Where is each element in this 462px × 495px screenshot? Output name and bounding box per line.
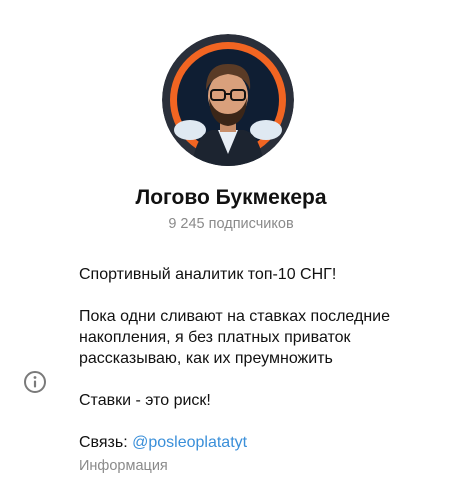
info-caption: Информация xyxy=(79,458,168,474)
description-paragraph-2: Пока одни сливают на ставках последние н… xyxy=(79,308,390,367)
avatar-image xyxy=(162,34,294,166)
subscriber-count: 9 245 подписчиков xyxy=(168,216,294,232)
channel-description: Спортивный аналитик топ-10 СНГ! Пока одн… xyxy=(79,264,449,476)
description-warning: Ставки - это риск! xyxy=(79,392,211,409)
info-icon xyxy=(23,370,47,394)
contact-link[interactable]: @posleoplatatyt xyxy=(132,434,247,451)
channel-avatar[interactable] xyxy=(162,34,294,166)
contact-line: Связь: @posleoplatatyt xyxy=(79,432,449,453)
channel-title: Логово Букмекера xyxy=(135,186,327,209)
description-line-1: Спортивный аналитик топ-10 СНГ! xyxy=(79,266,337,283)
contact-label: Связь: xyxy=(79,434,133,451)
